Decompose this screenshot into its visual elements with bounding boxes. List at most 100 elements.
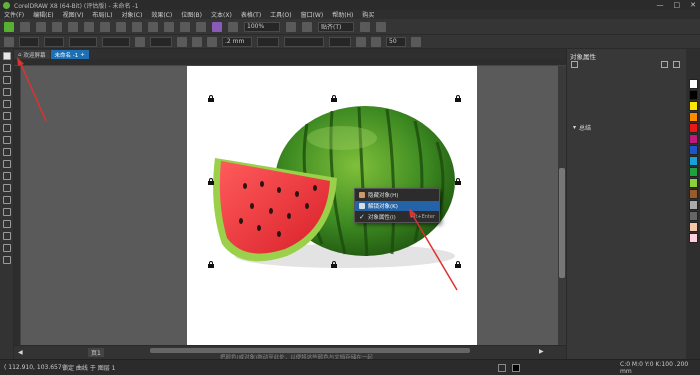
- color-swatch[interactable]: [688, 233, 698, 243]
- outline-width-field[interactable]: .2 mm: [222, 36, 252, 47]
- import-icon[interactable]: [164, 21, 174, 32]
- search-icon[interactable]: [148, 21, 158, 32]
- zoom-tool-icon[interactable]: [2, 88, 11, 96]
- publish-pdf-icon[interactable]: [196, 21, 206, 32]
- lock-handle-icon[interactable]: [455, 178, 461, 185]
- artistic-media-tool-icon[interactable]: [2, 112, 11, 120]
- redo-icon[interactable]: [132, 21, 142, 32]
- fill-tab-icon[interactable]: [571, 61, 578, 68]
- drop-shadow-tool-icon[interactable]: [2, 196, 11, 204]
- lock-handle-icon[interactable]: [331, 261, 337, 268]
- print-icon[interactable]: [52, 21, 62, 32]
- connector-tool-icon[interactable]: [2, 184, 11, 192]
- gear-icon[interactable]: [360, 21, 370, 32]
- outline-indicator-icon[interactable]: [512, 363, 520, 372]
- page-tab[interactable]: 页1: [88, 348, 104, 357]
- menu-buy[interactable]: 购买: [362, 10, 374, 19]
- vertical-scroll-thumb[interactable]: [559, 168, 565, 278]
- end-arrowhead-dropdown[interactable]: [329, 36, 351, 47]
- app-launcher-icon[interactable]: [228, 21, 238, 32]
- summary-section[interactable]: ▾ 总结: [573, 123, 591, 132]
- more-tools-icon[interactable]: [2, 256, 11, 264]
- menu-item-hide-object[interactable]: 隐藏对象(H): [355, 190, 439, 200]
- rectangle-tool-icon[interactable]: [2, 124, 11, 132]
- open-folder-icon[interactable]: [20, 21, 30, 32]
- shape-tool-icon[interactable]: [2, 64, 11, 72]
- color-swatch[interactable]: [688, 211, 698, 221]
- polygon-tool-icon[interactable]: [2, 148, 11, 156]
- lock-handle-icon[interactable]: [208, 261, 214, 268]
- menu-item-unlock-object[interactable]: 解锁对象(K): [355, 201, 439, 211]
- corel-connect-icon[interactable]: [212, 21, 222, 32]
- color-swatch[interactable]: [688, 134, 698, 144]
- pen-icon[interactable]: [207, 36, 217, 47]
- smoothing-icon[interactable]: [371, 36, 381, 47]
- start-arrowhead-dropdown[interactable]: [257, 36, 279, 47]
- copy-icon[interactable]: [84, 21, 94, 32]
- export-icon[interactable]: [180, 21, 190, 32]
- maximize-button[interactable]: □: [674, 1, 681, 9]
- docker-options-icon[interactable]: [661, 61, 668, 68]
- line-style-dropdown[interactable]: [284, 36, 324, 47]
- transparency-tool-icon[interactable]: [2, 208, 11, 216]
- color-swatch[interactable]: [688, 200, 698, 210]
- smoothing-field[interactable]: 50: [386, 36, 406, 47]
- ellipse-tool-icon[interactable]: [2, 136, 11, 144]
- lock-handle-icon[interactable]: [208, 178, 214, 185]
- scroll-right-icon[interactable]: ▶: [539, 348, 544, 355]
- lock-ratio-icon[interactable]: [135, 36, 145, 47]
- color-swatch[interactable]: [688, 178, 698, 188]
- pick-tool-icon[interactable]: [2, 52, 11, 60]
- crop-tool-icon[interactable]: [2, 76, 11, 84]
- color-swatch[interactable]: [688, 189, 698, 199]
- fill-indicator-icon[interactable]: [498, 363, 506, 372]
- menu-file[interactable]: 文件(F): [4, 10, 24, 19]
- object-width-field[interactable]: [69, 36, 97, 47]
- smart-fill-tool-icon[interactable]: [2, 244, 11, 252]
- menu-tools[interactable]: 工具(O): [270, 10, 291, 19]
- paste-icon[interactable]: [100, 21, 110, 32]
- color-swatch[interactable]: [688, 156, 698, 166]
- position-y-field[interactable]: [44, 36, 64, 47]
- freehand-tool-icon[interactable]: [2, 100, 11, 108]
- save-icon[interactable]: [36, 21, 46, 32]
- color-swatch[interactable]: [688, 222, 698, 232]
- new-document-icon[interactable]: [4, 21, 14, 32]
- lock-handle-icon[interactable]: [331, 95, 337, 102]
- menu-edit[interactable]: 编辑(E): [33, 10, 53, 19]
- lock-handle-icon[interactable]: [455, 95, 461, 102]
- rotation-field[interactable]: [150, 36, 172, 47]
- snap-to-dropdown[interactable]: 贴齐(T): [318, 21, 354, 32]
- menu-view[interactable]: 视图(V): [63, 10, 84, 19]
- mirror-vertical-icon[interactable]: [192, 36, 202, 47]
- first-page-icon[interactable]: ◀: [18, 349, 23, 356]
- zoom-level-field[interactable]: 100%: [244, 21, 280, 32]
- undo-icon[interactable]: [116, 21, 126, 32]
- menu-layout[interactable]: 布局(L): [92, 10, 112, 19]
- chevron-down-icon[interactable]: ▾: [573, 124, 576, 131]
- menu-help[interactable]: 帮助(H): [332, 10, 353, 19]
- position-x-field[interactable]: [19, 36, 39, 47]
- add-icon[interactable]: [411, 36, 421, 47]
- show-rulers-icon[interactable]: [302, 21, 312, 32]
- menu-bitmaps[interactable]: 位图(B): [181, 10, 202, 19]
- interactive-fill-tool-icon[interactable]: [2, 232, 11, 240]
- cut-icon[interactable]: [68, 21, 78, 32]
- tab-document[interactable]: 未命名 -1 +: [50, 50, 89, 59]
- eyedropper-tool-icon[interactable]: [2, 220, 11, 228]
- menu-table[interactable]: 表格(T): [241, 10, 261, 19]
- color-swatch[interactable]: [688, 79, 698, 89]
- color-swatch[interactable]: [688, 123, 698, 133]
- menu-effects[interactable]: 效果(C): [151, 10, 172, 19]
- object-height-field[interactable]: [102, 36, 130, 47]
- node-tool-icon[interactable]: [4, 36, 14, 47]
- mirror-horizontal-icon[interactable]: [177, 36, 187, 47]
- vertical-ruler[interactable]: [14, 66, 21, 345]
- menu-window[interactable]: 窗口(W): [301, 10, 324, 19]
- menu-text[interactable]: 文本(X): [211, 10, 232, 19]
- menu-object[interactable]: 对象(C): [121, 10, 142, 19]
- color-swatch[interactable]: [688, 112, 698, 122]
- close-button[interactable]: ✕: [690, 1, 696, 9]
- full-screen-icon[interactable]: [286, 21, 296, 32]
- options-icon[interactable]: [376, 21, 386, 32]
